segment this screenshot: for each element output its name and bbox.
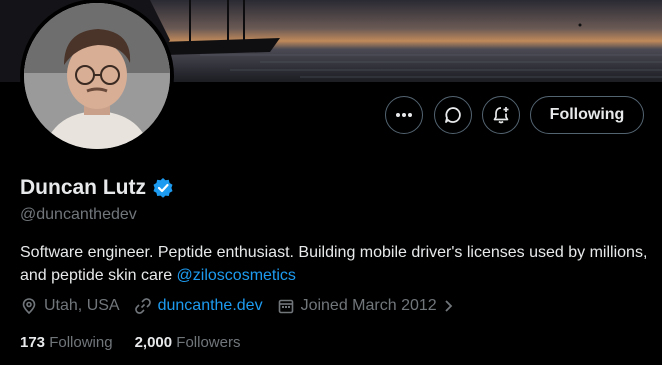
user-handle: @duncanthedev	[20, 206, 137, 223]
message-button[interactable]	[434, 96, 472, 134]
joined-item[interactable]: Joined March 2012	[277, 297, 455, 315]
bio-text: Software engineer. Peptide enthusiast. B…	[20, 244, 648, 284]
followers-label: Followers	[176, 334, 241, 351]
following-label: Following	[49, 334, 113, 351]
notify-button[interactable]	[482, 96, 520, 134]
link-icon	[134, 298, 151, 314]
bio-mention-link[interactable]: @ziloscosmetics	[177, 267, 296, 284]
display-name: Duncan Lutz	[20, 176, 146, 199]
chevron-right-icon	[445, 300, 452, 312]
bio: Software engineer. Peptide enthusiast. B…	[20, 241, 650, 287]
followers-count: 2,000	[134, 334, 173, 351]
verified-badge-icon[interactable]	[152, 177, 174, 199]
follow-stats: 173 Following 2,000 Followers	[20, 334, 262, 351]
website-item: duncanthe.dev	[134, 297, 263, 315]
profile-meta: Utah, USA duncanthe.dev Joined March 201…	[20, 297, 469, 315]
following-stat[interactable]: 173 Following	[20, 334, 113, 351]
followers-stat[interactable]: 2,000 Followers	[135, 334, 241, 351]
location-item: Utah, USA	[20, 297, 120, 315]
avatar[interactable]	[20, 0, 174, 153]
message-icon	[445, 107, 461, 123]
location-text: Utah, USA	[44, 297, 120, 314]
calendar-icon	[278, 299, 293, 314]
avatar-photo	[24, 3, 170, 149]
following-button[interactable]: Following	[530, 96, 644, 134]
notification-bell-icon	[493, 107, 509, 124]
name-row: Duncan Lutz	[20, 176, 174, 200]
more-icon	[396, 113, 412, 117]
location-pin-icon	[22, 298, 36, 315]
website-link[interactable]: duncanthe.dev	[158, 297, 263, 315]
joined-text: Joined March 2012	[300, 297, 437, 314]
following-count: 173	[20, 334, 46, 351]
more-button[interactable]	[385, 96, 423, 134]
